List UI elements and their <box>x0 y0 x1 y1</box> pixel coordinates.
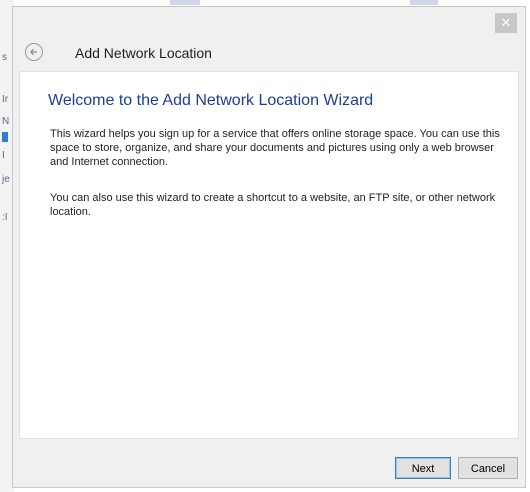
wizard-shortcut-description: You can also use this wizard to create a… <box>50 192 496 218</box>
dialog-title: Add Network Location <box>75 45 212 61</box>
dialog-header: Add Network Location <box>13 33 525 73</box>
background-fragment: I <box>2 150 5 161</box>
background-fragment <box>170 0 200 5</box>
wizard-description: This wizard helps you sign up for a serv… <box>50 128 500 168</box>
background-fragment: N <box>2 116 10 127</box>
wizard-heading: Welcome to the Add Network Location Wiza… <box>48 92 374 109</box>
back-arrow-icon <box>29 48 37 56</box>
background-fragment: s <box>2 52 7 63</box>
add-network-location-dialog: ✕ Add Network Location Welcome to the Ad… <box>12 6 526 488</box>
background-fragment: :I <box>2 212 8 223</box>
background-fragment <box>2 132 8 142</box>
close-button[interactable]: ✕ <box>495 13 517 33</box>
background-fragment: Ir <box>2 94 9 105</box>
cancel-button[interactable]: Cancel <box>458 457 518 479</box>
wizard-content-panel: Welcome to the Add Network Location Wiza… <box>19 71 519 439</box>
next-button[interactable]: Next <box>395 457 451 479</box>
back-button[interactable] <box>25 43 43 61</box>
background-fragment <box>410 0 438 5</box>
close-icon: ✕ <box>500 15 512 30</box>
background-fragment: je <box>2 174 10 185</box>
dialog-footer: Next Cancel <box>13 439 525 487</box>
